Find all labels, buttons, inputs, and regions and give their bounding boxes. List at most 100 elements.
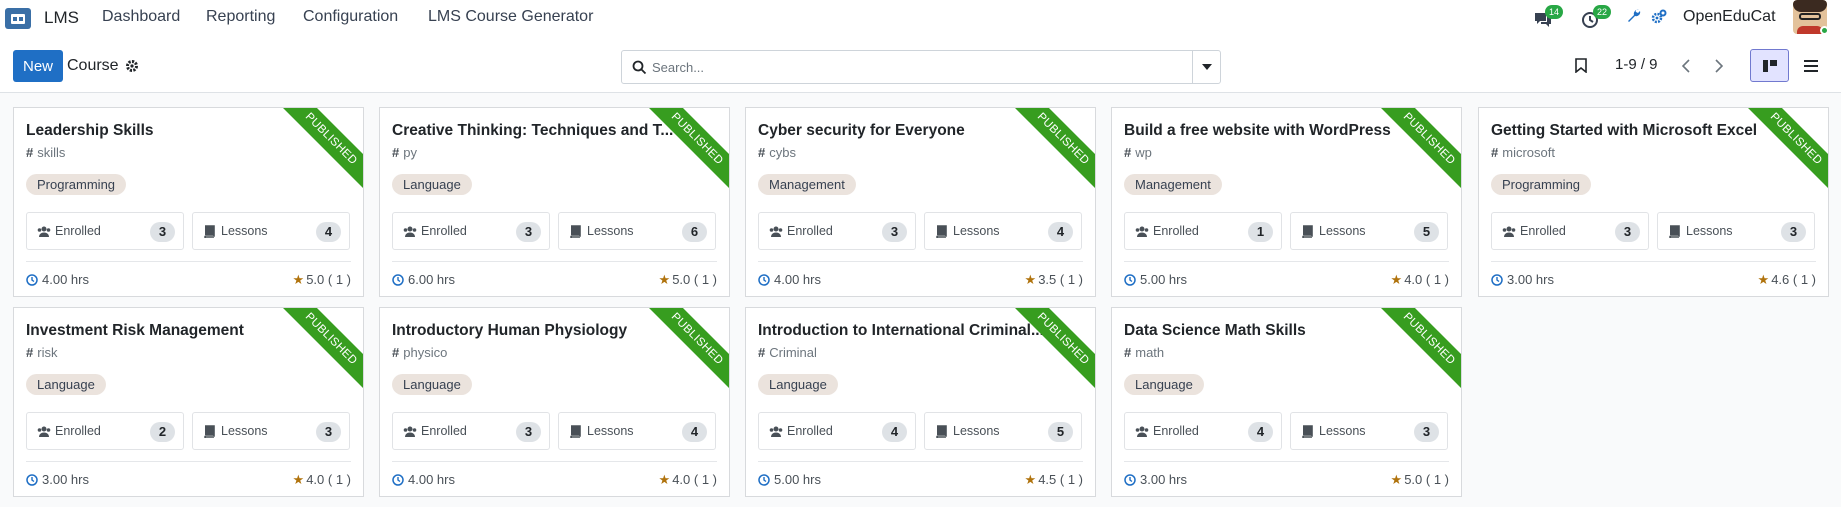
gears-icon[interactable] [1651, 9, 1667, 25]
course-rating: ★ 4.0 ( 1 ) [1391, 272, 1449, 288]
course-code-text: math [1135, 345, 1165, 360]
course-rating: ★ 5.0 ( 1 ) [293, 272, 351, 288]
course-card[interactable]: Introductory Human Physiology # physico L… [379, 307, 730, 497]
lessons-label: Lessons [953, 424, 1000, 438]
bookmark-icon[interactable] [1575, 58, 1589, 74]
course-card[interactable]: Introduction to International Criminal..… [745, 307, 1096, 497]
lessons-count: 6 [682, 222, 707, 242]
course-card[interactable]: Getting Started with Microsoft Excel # mi… [1478, 107, 1829, 297]
lessons-stat[interactable]: Lessons 3 [192, 412, 350, 450]
book-icon [1301, 425, 1315, 439]
duration-text: 5.00 hrs [774, 472, 821, 487]
course-title: Introduction to International Criminal..… [758, 322, 1044, 339]
company-name[interactable]: OpenEduCat [1683, 8, 1776, 26]
users-icon [403, 425, 417, 438]
apps-menu-icon[interactable] [5, 8, 31, 29]
duration-text: 3.00 hrs [1507, 272, 1554, 287]
search-options-toggle[interactable] [1192, 51, 1220, 83]
ribbon-label: PUBLISHED [283, 308, 363, 388]
lessons-stat[interactable]: Lessons 4 [924, 212, 1082, 250]
enrolled-stat[interactable]: Enrolled 3 [1491, 212, 1649, 250]
menu-reporting[interactable]: Reporting [206, 8, 275, 26]
enrolled-stat[interactable]: Enrolled 2 [26, 412, 184, 450]
ribbon-label: PUBLISHED [649, 308, 729, 388]
course-title: Data Science Math Skills [1124, 322, 1306, 339]
course-card[interactable]: Cyber security for Everyone # cybs Manage… [745, 107, 1096, 297]
new-button[interactable]: New [13, 50, 63, 82]
book-icon [203, 225, 217, 239]
menu-configuration[interactable]: Configuration [303, 8, 398, 26]
lessons-stat[interactable]: Lessons 4 [558, 412, 716, 450]
course-code: # math [1124, 345, 1164, 360]
clock-icon [758, 474, 770, 486]
chat-icon[interactable]: 14 [1533, 5, 1564, 28]
search-input[interactable] [652, 56, 1182, 78]
duration-text: 4.00 hrs [774, 272, 821, 287]
enrolled-count: 3 [1615, 222, 1640, 242]
star-icon: ★ [1757, 272, 1770, 287]
course-title: Introductory Human Physiology [392, 322, 628, 339]
category-tag: Language [26, 374, 106, 395]
course-card[interactable]: Leadership Skills # skills Programming En… [13, 107, 364, 297]
hash-icon: # [1124, 345, 1132, 360]
ribbon-label: PUBLISHED [283, 108, 363, 188]
top-navbar: LMS Dashboard Reporting Configuration LM… [0, 0, 1841, 35]
enrolled-stat[interactable]: Enrolled 3 [392, 412, 550, 450]
wrench-icon[interactable] [1627, 9, 1643, 25]
published-ribbon: PUBLISHED [1015, 308, 1095, 388]
course-card[interactable]: Creative Thinking: Techniques and T... #… [379, 107, 730, 297]
course-code-text: skills [37, 145, 66, 160]
hash-icon: # [26, 345, 34, 360]
course-code-text: physico [403, 345, 448, 360]
course-rating: ★ 4.0 ( 1 ) [659, 472, 717, 488]
enrolled-stat[interactable]: Enrolled 3 [758, 212, 916, 250]
lessons-stat[interactable]: Lessons 4 [192, 212, 350, 250]
clock-activity-icon[interactable]: 22 [1581, 5, 1612, 28]
rating-text: 5.0 ( 1 ) [672, 272, 717, 287]
star-icon: ★ [292, 272, 305, 287]
lessons-stat[interactable]: Lessons 5 [1290, 212, 1448, 250]
lessons-count: 5 [1414, 222, 1439, 242]
list-view-button[interactable] [1791, 49, 1830, 82]
pager-previous-button[interactable] [1669, 49, 1702, 82]
enrolled-count: 3 [516, 222, 541, 242]
rating-text: 4.0 ( 1 ) [306, 472, 351, 487]
menu-lms-course-generator[interactable]: LMS Course Generator [428, 8, 593, 26]
course-card[interactable]: Investment Risk Management # risk Languag… [13, 307, 364, 497]
lessons-stat[interactable]: Lessons 3 [1657, 212, 1815, 250]
kanban-view-button[interactable] [1750, 49, 1789, 82]
clock-icon [26, 274, 38, 286]
ribbon-label: PUBLISHED [1381, 108, 1461, 188]
course-card[interactable]: Data Science Math Skills # math Language … [1111, 307, 1462, 497]
enrolled-stat[interactable]: Enrolled 4 [1124, 412, 1282, 450]
enrolled-count: 2 [150, 422, 175, 442]
gear-icon[interactable] [125, 59, 139, 73]
course-code: # wp [1124, 145, 1152, 160]
lessons-stat[interactable]: Lessons 3 [1290, 412, 1448, 450]
category-tag: Programming [1491, 174, 1592, 195]
pager-value[interactable]: 1-9 / 9 [1615, 56, 1658, 73]
star-icon: ★ [658, 472, 671, 487]
enrolled-label: Enrolled [1520, 224, 1566, 238]
course-title: Investment Risk Management [26, 322, 244, 339]
enrolled-stat[interactable]: Enrolled 3 [26, 212, 184, 250]
course-duration: 4.00 hrs [758, 272, 821, 287]
pager-next-button[interactable] [1702, 49, 1735, 82]
course-duration: 4.00 hrs [392, 472, 455, 487]
enrolled-label: Enrolled [1153, 224, 1199, 238]
users-icon [1135, 425, 1149, 438]
enrolled-stat[interactable]: Enrolled 4 [758, 412, 916, 450]
lessons-stat[interactable]: Lessons 5 [924, 412, 1082, 450]
menu-dashboard[interactable]: Dashboard [102, 8, 180, 26]
lessons-stat[interactable]: Lessons 6 [558, 212, 716, 250]
course-rating: ★ 4.0 ( 1 ) [293, 472, 351, 488]
enrolled-label: Enrolled [55, 224, 101, 238]
hash-icon: # [758, 145, 766, 160]
course-card[interactable]: Build a free website with WordPress # wp … [1111, 107, 1462, 297]
lessons-count: 4 [682, 422, 707, 442]
enrolled-stat[interactable]: Enrolled 1 [1124, 212, 1282, 250]
app-name[interactable]: LMS [44, 8, 79, 28]
enrolled-stat[interactable]: Enrolled 3 [392, 212, 550, 250]
card-divider [392, 261, 717, 262]
users-icon [1135, 225, 1149, 238]
